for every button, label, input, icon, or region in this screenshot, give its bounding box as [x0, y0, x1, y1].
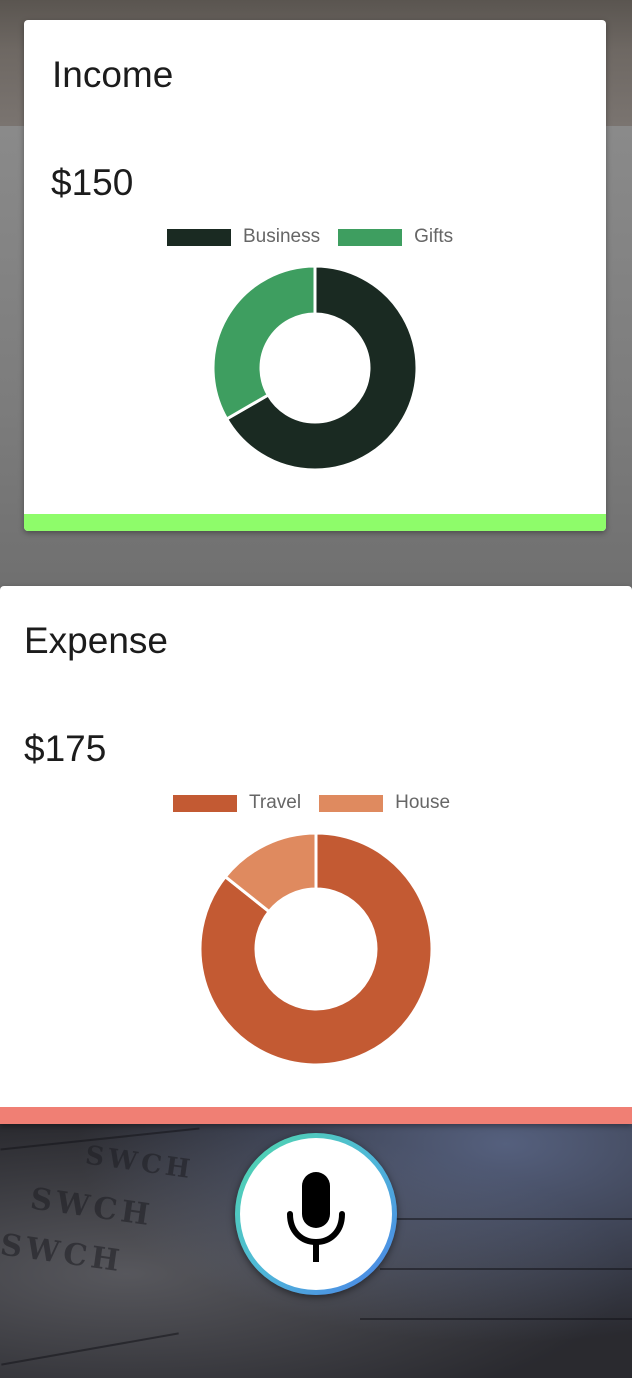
income-title: Income	[52, 54, 174, 95]
legend-swatch-business	[167, 228, 231, 246]
expense-accent-bar	[0, 1107, 632, 1124]
legend-item-house[interactable]: House	[319, 792, 450, 814]
legend-label-gifts: Gifts	[414, 226, 454, 247]
legend-label-house: House	[395, 792, 451, 813]
voice-input-button-face	[240, 1138, 392, 1290]
expense-card[interactable]: Expense $175 Travel House	[0, 586, 632, 1124]
expense-title: Expense	[24, 620, 168, 661]
donut-slice-gifts[interactable]	[211, 264, 317, 422]
legend-item-gifts[interactable]: Gifts	[338, 226, 453, 248]
legend-label-business: Business	[243, 226, 321, 247]
income-legend: Business Gifts	[167, 226, 471, 248]
legend-swatch-gifts	[338, 228, 403, 246]
legend-swatch-travel	[173, 794, 237, 812]
income-card[interactable]: Income $150 Business Gifts	[24, 20, 606, 531]
legend-label-travel: Travel	[249, 792, 302, 813]
legend-item-travel[interactable]: Travel	[173, 792, 301, 814]
legend-item-business[interactable]: Business	[167, 226, 320, 248]
expense-legend: Travel House	[173, 792, 468, 814]
income-amount: $150	[51, 162, 134, 203]
legend-swatch-house	[319, 794, 384, 812]
microphone-icon	[287, 1172, 345, 1262]
income-accent-bar	[24, 514, 606, 531]
expense-amount: $175	[24, 728, 107, 769]
expense-donut-chart[interactable]	[198, 831, 434, 1067]
voice-input-button[interactable]	[235, 1133, 397, 1295]
income-donut-chart[interactable]	[210, 263, 420, 473]
